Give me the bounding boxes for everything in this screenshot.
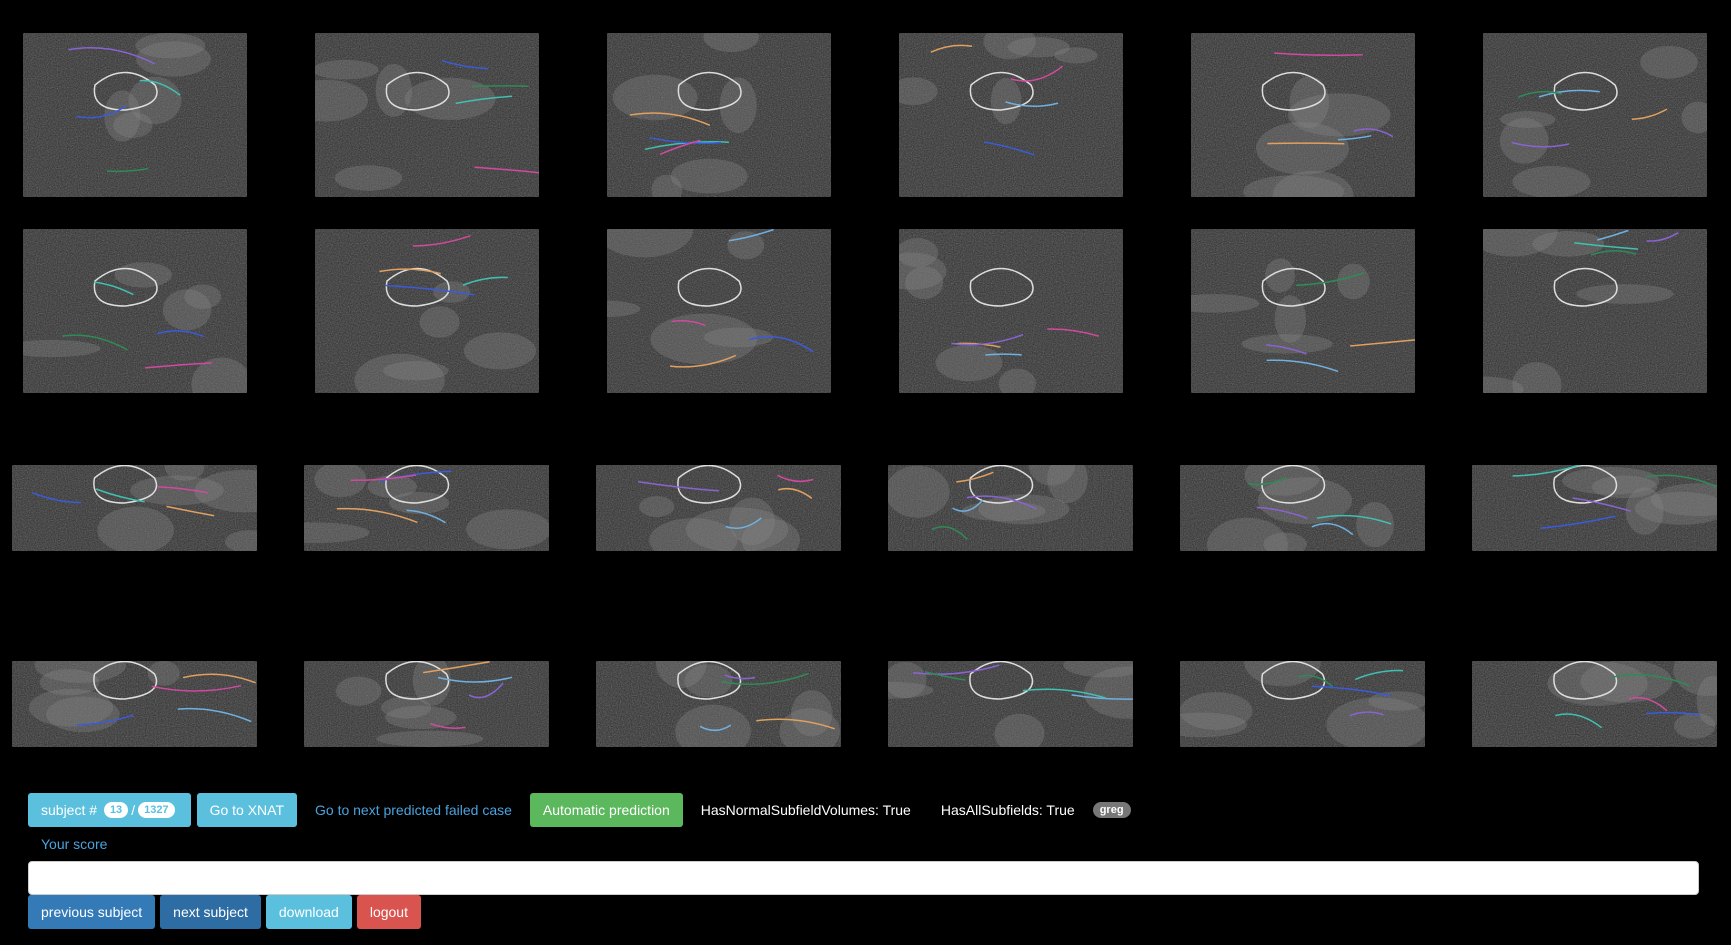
coronal-slice-thumbnail <box>1191 33 1415 197</box>
score-label: Your score <box>41 836 108 852</box>
sagittal-slice-thumbnail <box>12 661 257 747</box>
sagittal-slice-thumbnail <box>888 465 1133 551</box>
sagittal-slice-thumbnail <box>888 661 1133 747</box>
automatic-prediction-button[interactable]: Automatic prediction <box>529 793 683 827</box>
coronal-slice-thumbnail <box>315 229 539 393</box>
previous-subject-button[interactable]: previous subject <box>28 895 156 929</box>
sagittal-slice-thumbnail <box>304 465 549 551</box>
subject-total-badge: 1327 <box>138 802 175 818</box>
coronal-slice-thumbnail <box>23 229 247 393</box>
coronal-slice-thumbnail <box>23 33 247 197</box>
subject-separator: / <box>131 802 136 818</box>
coronal-slice-thumbnail <box>607 229 831 393</box>
coronal-slice-thumbnail <box>899 33 1123 197</box>
score-input[interactable] <box>28 861 1699 895</box>
sagittal-slice-thumbnail <box>1180 661 1425 747</box>
all-subfields-status: HasAllSubfields: True <box>940 802 1075 818</box>
coronal-slice-thumbnail <box>315 33 539 197</box>
sagittal-slice-thumbnail <box>1472 465 1717 551</box>
sagittal-slice-thumbnail <box>304 661 549 747</box>
next-subject-button[interactable]: next subject <box>160 895 261 929</box>
sagittal-slice-thumbnail <box>12 465 257 551</box>
coronal-slice-thumbnail <box>1483 33 1707 197</box>
navigation-bar: previous subject next subject download l… <box>28 895 421 929</box>
coronal-slice-thumbnail <box>1483 229 1707 393</box>
sagittal-slice-thumbnail <box>596 465 841 551</box>
logout-button[interactable]: logout <box>356 895 421 929</box>
coronal-slice-thumbnail <box>607 33 831 197</box>
sagittal-slice-thumbnail <box>596 661 841 747</box>
user-badge: greg <box>1092 802 1131 818</box>
sagittal-slice-thumbnail <box>1472 661 1717 747</box>
sagittal-slice-thumbnail <box>1180 465 1425 551</box>
subject-toolbar: subject # 13/1327 Go to XNAT Go to next … <box>28 793 1131 827</box>
subject-selector-button[interactable]: subject # 13/1327 <box>28 793 191 827</box>
next-failed-case-link[interactable]: Go to next predicted failed case <box>303 802 524 818</box>
coronal-slice-thumbnail <box>1191 229 1415 393</box>
download-button[interactable]: download <box>265 895 352 929</box>
normal-volumes-status: HasNormalSubfieldVolumes: True <box>700 802 911 818</box>
coronal-slice-thumbnail <box>899 229 1123 393</box>
subject-index-badge: 13 <box>103 802 129 818</box>
go-to-xnat-button[interactable]: Go to XNAT <box>196 793 297 827</box>
subject-label: subject # <box>41 802 98 818</box>
